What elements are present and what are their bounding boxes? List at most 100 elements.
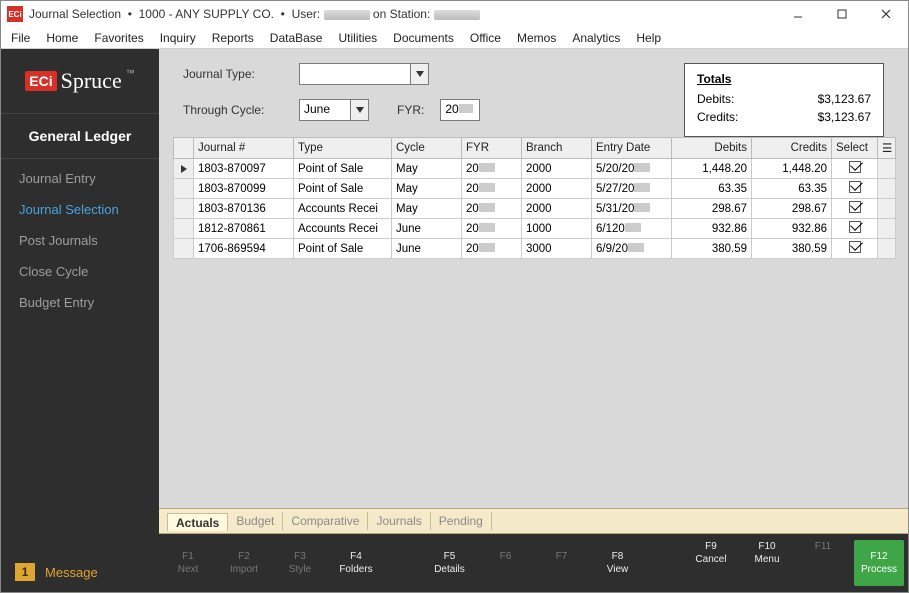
fkey-f8[interactable]: F8View — [593, 550, 643, 576]
cell: June — [392, 239, 462, 259]
brand: ECi Spruce ™ — [1, 49, 159, 113]
fkey-f9[interactable]: F9Cancel — [686, 540, 736, 586]
table-row[interactable]: 1706-869594Point of SaleJune2030006/9/20… — [174, 239, 896, 259]
col-credits[interactable]: Credits — [752, 138, 832, 159]
sidebar: ECi Spruce ™ General Ledger Journal Entr… — [1, 49, 159, 592]
maximize-button[interactable] — [820, 1, 864, 27]
cell: 1803-870099 — [194, 179, 294, 199]
chevron-down-icon[interactable] — [410, 64, 428, 84]
cell: Point of Sale — [294, 239, 392, 259]
fkey-f2: F2Import — [219, 550, 269, 576]
cell: 20 — [462, 239, 522, 259]
col-entry-date[interactable]: Entry Date — [592, 138, 672, 159]
select-checkbox[interactable] — [832, 239, 878, 259]
title-section: Journal Selection — [29, 7, 121, 21]
table-row[interactable]: 1803-870097Point of SaleMay2020005/20/20… — [174, 159, 896, 179]
table-row[interactable]: 1803-870099Point of SaleMay2020005/27/20… — [174, 179, 896, 199]
menu-reports[interactable]: Reports — [212, 31, 254, 45]
cell: 1,448.20 — [672, 159, 752, 179]
fkey-f4[interactable]: F4Folders — [331, 550, 381, 576]
cell: May — [392, 179, 462, 199]
fkey-f1: F1Next — [163, 550, 213, 576]
cell: Accounts Recei — [294, 219, 392, 239]
tab-actuals[interactable]: Actuals — [167, 513, 228, 531]
fyr-label: FYR: — [397, 103, 424, 117]
col-fyr[interactable]: FYR — [462, 138, 522, 159]
menu-analytics[interactable]: Analytics — [572, 31, 620, 45]
tab-pending[interactable]: Pending — [431, 512, 492, 530]
totals-debits-label: Debits: — [697, 92, 734, 106]
row-trailing — [878, 159, 896, 179]
col-type[interactable]: Type — [294, 138, 392, 159]
sidebar-item-journal-entry[interactable]: Journal Entry — [1, 163, 159, 194]
row-pointer-icon — [174, 159, 194, 179]
table-row[interactable]: 1803-870136Accounts ReceiMay2020005/31/2… — [174, 199, 896, 219]
table-row[interactable]: 1812-870861Accounts ReceiJune2010006/120… — [174, 219, 896, 239]
select-checkbox[interactable] — [832, 199, 878, 219]
menu-favorites[interactable]: Favorites — [94, 31, 143, 45]
menu-home[interactable]: Home — [46, 31, 78, 45]
title-user-value — [324, 10, 370, 20]
menu-documents[interactable]: Documents — [393, 31, 454, 45]
menu-inquiry[interactable]: Inquiry — [160, 31, 196, 45]
cell: 380.59 — [672, 239, 752, 259]
cell: May — [392, 199, 462, 219]
col-debits[interactable]: Debits — [672, 138, 752, 159]
fkey-f10[interactable]: F10Menu — [742, 540, 792, 586]
sidebar-item-close-cycle[interactable]: Close Cycle — [1, 256, 159, 287]
sidebar-heading: General Ledger — [1, 113, 159, 159]
window-title: Journal Selection • 1000 - ANY SUPPLY CO… — [29, 7, 480, 21]
filters-panel: Journal Type: Through Cycle: June FYR: — [159, 49, 908, 131]
cell: 1803-870136 — [194, 199, 294, 219]
select-checkbox[interactable] — [832, 179, 878, 199]
sidebar-message[interactable]: 1 Message — [1, 552, 159, 592]
tab-comparative[interactable]: Comparative — [283, 512, 368, 530]
menu-help[interactable]: Help — [636, 31, 661, 45]
fkey-f12[interactable]: F12Process — [854, 540, 904, 586]
select-checkbox[interactable] — [832, 219, 878, 239]
col-cycle[interactable]: Cycle — [392, 138, 462, 159]
tab-journals[interactable]: Journals — [368, 512, 430, 530]
sidebar-item-journal-selection[interactable]: Journal Selection — [1, 194, 159, 225]
fkey-f6: F6 — [481, 550, 531, 576]
fyr-input[interactable]: 20 — [440, 99, 480, 121]
row-trailing — [878, 179, 896, 199]
row-trailing — [878, 199, 896, 219]
main-panel: Journal Type: Through Cycle: June FYR: — [159, 49, 908, 592]
menu-utilities[interactable]: Utilities — [338, 31, 377, 45]
select-checkbox[interactable] — [832, 159, 878, 179]
grid-menu-icon[interactable]: ☰ — [878, 138, 896, 159]
journal-grid[interactable]: Journal #TypeCycleFYRBranchEntry DateDeb… — [173, 137, 896, 259]
cell: 298.67 — [672, 199, 752, 219]
app-window: ECi Journal Selection • 1000 - ANY SUPPL… — [0, 0, 909, 593]
cell: 20 — [462, 199, 522, 219]
tab-strip: ActualsBudgetComparativeJournalsPending — [159, 508, 908, 534]
cell: 6/120 — [592, 219, 672, 239]
title-company: 1000 - ANY SUPPLY CO. — [139, 7, 274, 21]
journal-type-combo[interactable] — [299, 63, 429, 85]
cell: 2000 — [522, 199, 592, 219]
through-cycle-label: Through Cycle: — [183, 103, 283, 117]
menu-memos[interactable]: Memos — [517, 31, 556, 45]
row-trailing — [878, 239, 896, 259]
sidebar-item-post-journals[interactable]: Post Journals — [1, 225, 159, 256]
through-cycle-combo[interactable]: June — [299, 99, 369, 121]
col-journal-[interactable]: Journal # — [194, 138, 294, 159]
fkey-f5[interactable]: F5Details — [425, 550, 475, 576]
cell: 5/20/20 — [592, 159, 672, 179]
menu-database[interactable]: DataBase — [270, 31, 323, 45]
col-select[interactable]: Select — [832, 138, 878, 159]
chevron-down-icon[interactable] — [350, 100, 368, 120]
tab-budget[interactable]: Budget — [228, 512, 283, 530]
grid-container: Journal #TypeCycleFYRBranchEntry DateDeb… — [173, 137, 894, 508]
menu-file[interactable]: File — [11, 31, 30, 45]
sidebar-item-budget-entry[interactable]: Budget Entry — [1, 287, 159, 318]
brand-name: Spruce — [61, 68, 122, 94]
cell: June — [392, 219, 462, 239]
cell: Point of Sale — [294, 179, 392, 199]
cell: 1803-870097 — [194, 159, 294, 179]
close-button[interactable] — [864, 1, 908, 27]
menu-office[interactable]: Office — [470, 31, 501, 45]
minimize-button[interactable] — [776, 1, 820, 27]
col-branch[interactable]: Branch — [522, 138, 592, 159]
